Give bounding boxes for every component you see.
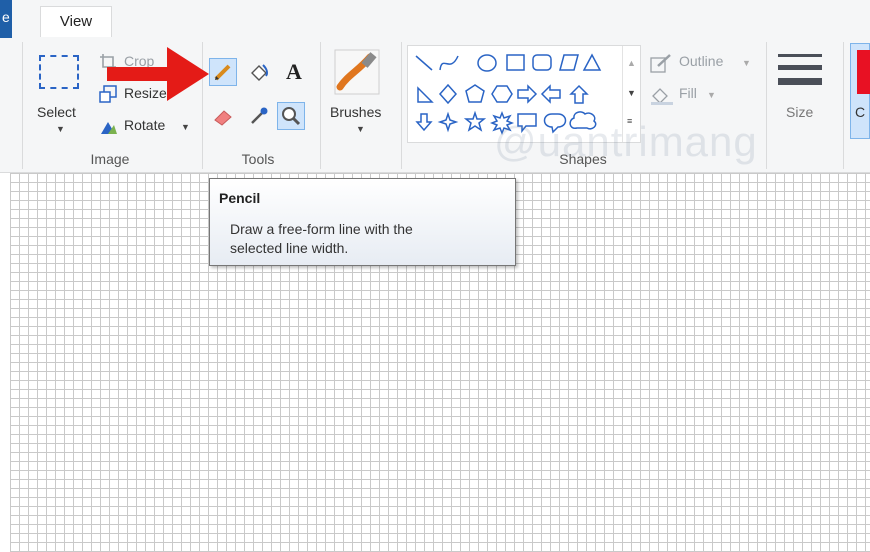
select-marquee-icon — [39, 55, 79, 89]
five-point-star-shape-icon — [463, 110, 487, 132]
tooltip-description-line: selected line width. — [230, 240, 349, 256]
magnifier-icon — [282, 107, 301, 126]
fill-bucket-icon — [651, 88, 673, 105]
group-divider — [320, 42, 321, 169]
down-arrow-shape-icon — [415, 113, 433, 132]
tab-view[interactable]: View — [40, 6, 112, 37]
brushes-label: Brushes — [330, 104, 382, 120]
size-button[interactable]: Size — [775, 45, 830, 141]
select-label: Select — [37, 104, 76, 120]
tooltip-title: Pencil — [219, 190, 261, 206]
right-triangle-shape-icon — [417, 86, 434, 103]
outline-button[interactable]: Outline ▼ — [650, 52, 755, 74]
paint-bucket-icon — [251, 64, 268, 81]
pencil-tool[interactable] — [209, 58, 237, 86]
diamond-shape-icon — [438, 83, 458, 105]
file-tab[interactable]: e — [0, 0, 12, 38]
rotate-label: Rotate — [124, 117, 166, 133]
rotate-icon — [101, 122, 117, 134]
color-1-label: C — [855, 104, 866, 120]
curve-shape-icon — [439, 55, 459, 71]
brushes-dropdown-icon[interactable]: ▼ — [356, 124, 365, 134]
size-line-thick-icon — [778, 78, 822, 85]
pencil-tooltip: Pencil Draw a free-form line with the se… — [209, 178, 516, 266]
brush-icon — [334, 49, 380, 95]
ribbon-tab-strip — [0, 0, 870, 39]
up-arrow-shape-icon — [569, 84, 589, 104]
hexagon-shape-icon — [491, 85, 513, 103]
select-dropdown-icon[interactable]: ▼ — [56, 124, 65, 134]
image-group-label: Image — [90, 151, 130, 167]
gallery-scroll-down-icon[interactable]: ▼ — [627, 88, 636, 98]
outline-pen-icon — [650, 54, 671, 73]
group-divider — [401, 42, 402, 169]
polygon-shape-icon — [559, 54, 579, 71]
tools-group-label: Tools — [241, 151, 275, 167]
oval-shape-icon — [477, 54, 497, 72]
four-point-star-shape-icon — [437, 111, 459, 133]
group-divider — [843, 42, 844, 169]
text-tool[interactable]: A — [280, 58, 308, 86]
size-line-medium-icon — [778, 65, 822, 70]
text-a-icon: A — [286, 59, 302, 84]
size-line-thin-icon — [778, 54, 822, 57]
magnifier-tool[interactable] — [277, 102, 305, 130]
rounded-rectangle-shape-icon — [532, 54, 552, 71]
fill-tool[interactable] — [245, 58, 273, 86]
color-1-swatch — [857, 50, 870, 94]
line-shape-icon — [415, 55, 433, 71]
watermark-text: @uantrimang — [494, 118, 758, 165]
size-label: Size — [786, 104, 814, 120]
outline-dropdown-icon[interactable]: ▼ — [742, 58, 751, 68]
eraser-tool[interactable] — [209, 102, 237, 130]
pentagon-shape-icon — [465, 84, 485, 103]
fill-dropdown-icon[interactable]: ▼ — [707, 90, 716, 100]
rotate-dropdown-icon[interactable]: ▼ — [181, 122, 190, 132]
eraser-icon — [214, 110, 232, 126]
group-divider — [22, 42, 23, 169]
group-divider — [766, 42, 767, 169]
tooltip-description-line: Draw a free-form line with the — [230, 221, 413, 237]
fill-label: Fill — [679, 85, 697, 101]
rotate-button[interactable]: Rotate ▼ — [99, 116, 194, 136]
color-picker-tool[interactable] — [245, 102, 273, 130]
fill-button[interactable]: Fill ▼ — [650, 84, 720, 106]
gallery-scroll-up-icon[interactable]: ▲ — [627, 58, 636, 68]
triangle-shape-icon — [582, 53, 602, 71]
tooltip-description: Draw a free-form line with the selected … — [230, 220, 510, 258]
right-arrow-shape-icon — [517, 84, 538, 104]
red-arrow-annotation — [107, 47, 209, 101]
brushes-button[interactable]: Brushes ▼ — [330, 45, 392, 141]
left-arrow-shape-icon — [540, 84, 561, 104]
rectangle-shape-icon — [506, 54, 525, 71]
outline-label: Outline — [679, 53, 724, 69]
file-tab-glyph: e — [2, 9, 10, 25]
eyedropper-icon — [251, 107, 268, 124]
pencil-icon — [214, 64, 231, 81]
